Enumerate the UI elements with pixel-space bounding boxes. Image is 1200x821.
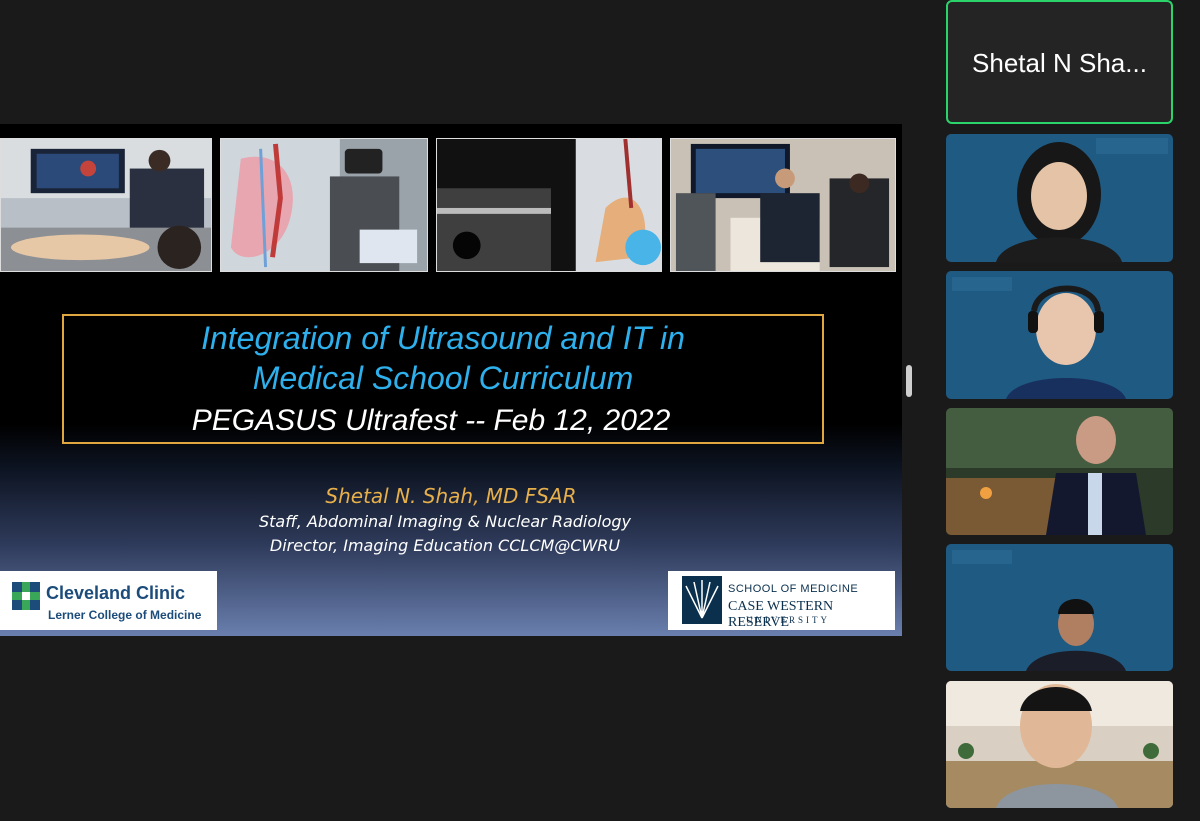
- presenter-role-2: Director, Imaging Education CCLCM@CWRU: [269, 536, 621, 555]
- participant-video-4: [946, 408, 1173, 535]
- participant-tile-5[interactable]: [946, 544, 1173, 671]
- participant-video-6: [946, 681, 1173, 808]
- title-box: Integration of Ultrasound and IT in Medi…: [62, 314, 824, 444]
- case-western-school: SCHOOL OF MEDICINE: [728, 583, 859, 595]
- photo-vr-headset: [220, 138, 428, 272]
- case-western-logo: SCHOOL OF MEDICINE CASE WESTERN RESERVE …: [668, 571, 895, 630]
- slide-subtitle: PEGASUS Ultrafest -- Feb 12, 2022: [191, 404, 671, 437]
- case-western-mark-icon: [682, 576, 722, 624]
- photo-hands-on-scanning: [670, 138, 896, 272]
- cleveland-clinic-sub: Lerner College of Medicine: [48, 608, 202, 622]
- split-view-drag-handle-icon[interactable]: [906, 365, 912, 397]
- slide-title-line2: Medical School Curriculum: [252, 360, 634, 396]
- photo-sim-lab: [0, 138, 212, 272]
- participant-video-3: [946, 271, 1173, 399]
- participant-tile-2[interactable]: [946, 134, 1173, 262]
- presenter-role-1: Staff, Abdominal Imaging & Nuclear Radio…: [259, 512, 631, 531]
- participant-video-5: [946, 544, 1173, 671]
- participant-tile-4[interactable]: [946, 408, 1173, 535]
- case-western-univ: UNIVERSITY: [746, 615, 830, 625]
- slide-title-line1: Integration of Ultrasound and IT in: [201, 320, 685, 356]
- cleveland-clinic-name: Cleveland Clinic: [46, 583, 186, 603]
- participant-tile-active-speaker[interactable]: Shetal N Sha...: [946, 0, 1173, 124]
- photo-ultrasound-3d: [436, 138, 662, 272]
- participant-video-2: [946, 134, 1173, 262]
- participant-tile-6[interactable]: [946, 681, 1173, 808]
- participant-tile-3[interactable]: [946, 271, 1173, 399]
- shared-slide: Integration of Ultrasound and IT in Medi…: [0, 124, 902, 636]
- active-speaker-name: Shetal N Sha...: [972, 48, 1147, 78]
- cleveland-clinic-logo: Cleveland Clinic Lerner College of Medic…: [0, 571, 217, 630]
- presenter-name: Shetal N. Shah, MD FSAR: [325, 484, 577, 508]
- cleveland-clinic-mark-icon: [12, 582, 40, 610]
